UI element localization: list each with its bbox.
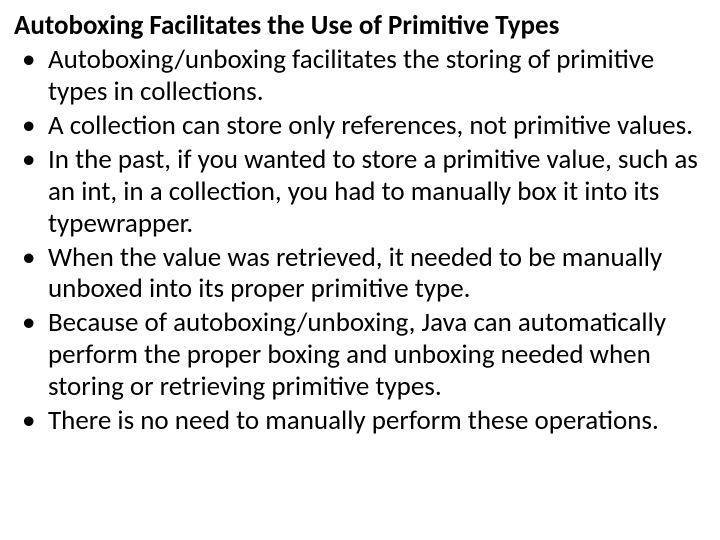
- list-item: In the past, if you wanted to store a pr…: [14, 144, 712, 240]
- list-item: A collection can store only references, …: [14, 110, 712, 142]
- slide-title: Autoboxing Facilitates the Use of Primit…: [14, 10, 712, 42]
- slide: Autoboxing Facilitates the Use of Primit…: [0, 0, 720, 540]
- list-item: When the value was retrieved, it needed …: [14, 242, 712, 306]
- bullet-list: Autoboxing/unboxing facilitates the stor…: [14, 44, 712, 436]
- list-item: There is no need to manually perform the…: [14, 405, 712, 437]
- list-item: Autoboxing/unboxing facilitates the stor…: [14, 44, 712, 108]
- list-item: Because of autoboxing/unboxing, Java can…: [14, 307, 712, 403]
